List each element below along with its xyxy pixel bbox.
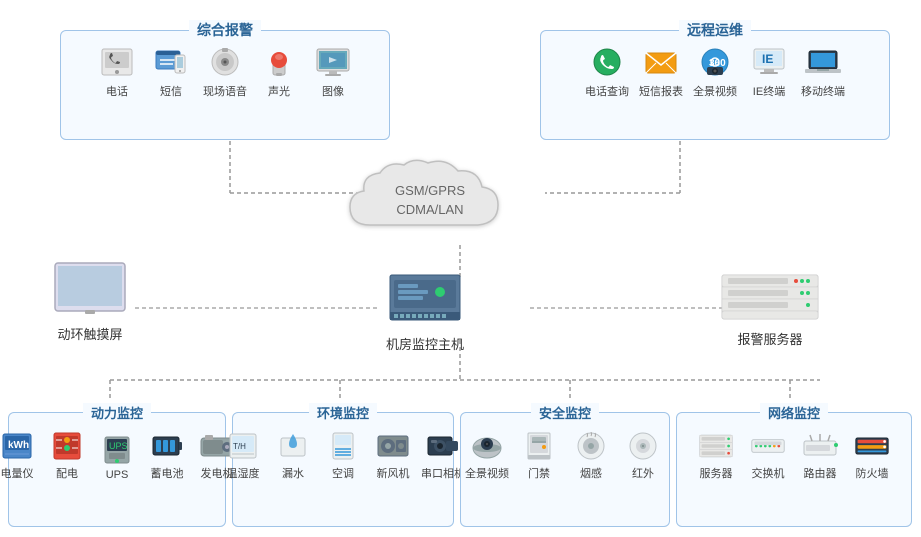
remote-360cam: 360 全景视频: [693, 45, 737, 99]
alarm-speaker: 现场语音: [203, 45, 247, 99]
env-monitor-title: 环境监控: [309, 403, 377, 422]
cloud-network: GSM/GPRS CDMA/LAN: [330, 155, 530, 245]
remote-icon-row: 电话查询 短信报表 360: [541, 31, 889, 107]
remote-laptop: 移动终端: [801, 45, 845, 99]
power-battery: 蓄电池: [145, 431, 189, 481]
security-section-title: 安全监控: [531, 403, 599, 422]
power-elec: kWh 电量仪: [0, 431, 39, 481]
env-temp: T/H 温湿度: [221, 431, 265, 481]
network-server: 服务器: [694, 431, 738, 481]
remote-ie: IE IE终端: [747, 45, 791, 99]
security-smoke: 烟感: [569, 431, 613, 481]
remote-phone: 电话查询: [585, 45, 629, 99]
network-router: 路由器: [798, 431, 842, 481]
touch-screen-label: 动环触摸屏: [57, 324, 122, 343]
touch-screen-icon: [50, 258, 130, 318]
cloud-text: GSM/GPRS CDMA/LAN: [395, 181, 465, 220]
svg-text:IE: IE: [762, 52, 773, 66]
touch-screen-wrap: 动环触摸屏: [50, 258, 130, 343]
env-camera: 串口相机: [421, 431, 465, 481]
security-domecam: 全景视频: [465, 431, 509, 481]
svg-text:kWh: kWh: [8, 440, 29, 451]
alarm-section-title: 综合报警: [189, 20, 261, 40]
power-distribution: 配电: [45, 431, 89, 481]
alarm-server-wrap: 报警服务器: [720, 270, 820, 348]
network-switch: 交换机: [746, 431, 790, 481]
alarm-light: 声光: [257, 45, 301, 99]
alarm-server-label: 报警服务器: [737, 329, 802, 348]
host-label: 机房监控主机: [386, 334, 464, 353]
network-section: 网络监控 服务器: [676, 412, 912, 527]
alarm-sms: 短信: [149, 45, 193, 99]
alarm-phone: 电话: [95, 45, 139, 99]
env-aircon: 空调: [321, 431, 365, 481]
alarm-icon-row: 电话 短信: [61, 31, 389, 107]
svg-text:UPS: UPS: [109, 441, 128, 451]
alarm-monitor: 图像: [311, 45, 355, 99]
remote-section: 远程运维 电话查询 短信报表: [540, 30, 890, 140]
host-wrap: 机房监控主机: [380, 270, 470, 353]
remote-section-title: 远程运维: [679, 20, 751, 40]
env-monitor-section: 环境监控 T/H 温湿度 漏水: [232, 412, 454, 527]
env-water: 漏水: [271, 431, 315, 481]
power-monitor-section: 动力监控 kWh 电量仪: [8, 412, 226, 527]
remote-mail: 短信报表: [639, 45, 683, 99]
alarm-server-icon: [720, 270, 820, 325]
alarm-section: 综合报警 电话: [60, 30, 390, 140]
security-door: 门禁: [517, 431, 561, 481]
network-firewall: 防火墙: [850, 431, 894, 481]
security-infrared: 红外: [621, 431, 665, 481]
power-monitor-title: 动力监控: [83, 403, 151, 422]
env-fan: 新风机: [371, 431, 415, 481]
svg-text:T/H: T/H: [233, 442, 246, 451]
host-icon: [380, 270, 470, 330]
power-ups: UPS UPS: [95, 435, 139, 481]
network-section-title: 网络监控: [760, 403, 828, 422]
security-section: 安全监控 全景视频: [460, 412, 670, 527]
